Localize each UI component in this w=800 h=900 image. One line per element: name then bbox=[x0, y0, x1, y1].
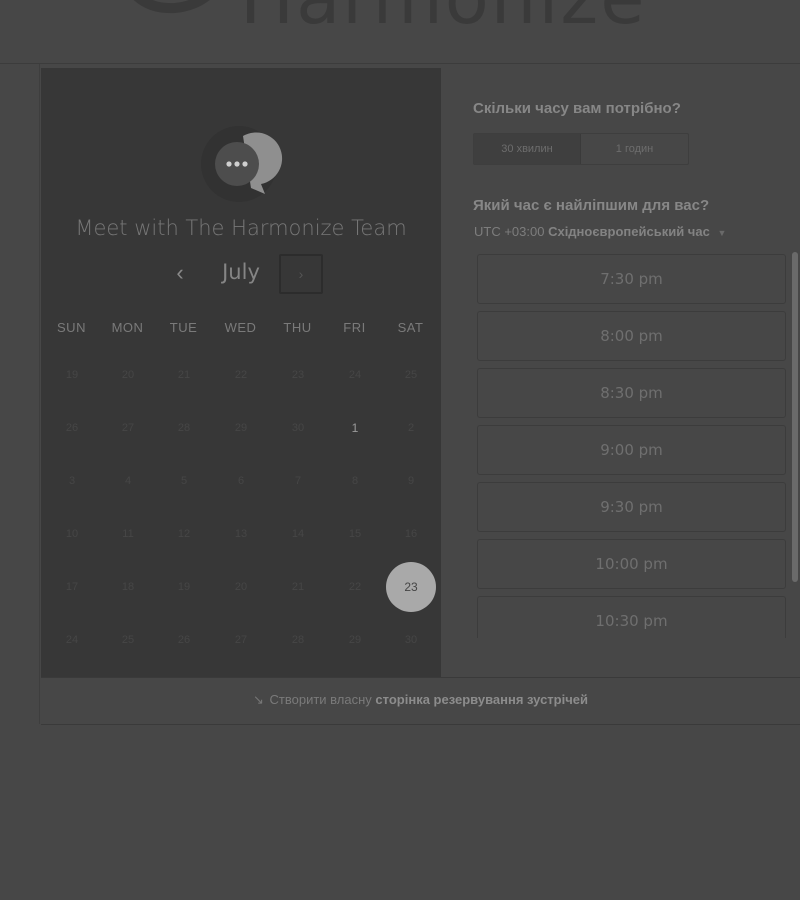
timezone-selector[interactable]: UTC +03:00 Східноєвропейський час ▼ bbox=[474, 224, 726, 239]
footer: ↘ Створити власну сторінка резервування … bbox=[41, 677, 800, 725]
calendar-day: 8 bbox=[351, 475, 359, 487]
time-slot[interactable]: 8:00 pm bbox=[477, 311, 786, 361]
calendar-day: 18 bbox=[121, 581, 135, 593]
footer-text: ↘ Створити власну сторінка резервування … bbox=[41, 692, 800, 708]
caret-down-icon: ▼ bbox=[717, 228, 727, 238]
calendar-day: 22 bbox=[348, 581, 362, 593]
weekday-tue: TUE bbox=[169, 320, 198, 335]
time-slot[interactable]: 8:30 pm bbox=[477, 368, 786, 418]
time-question: Який час є найліпшим для вас? bbox=[473, 197, 710, 214]
calendar-day: 26 bbox=[177, 634, 191, 646]
time-slot[interactable]: 7:30 pm bbox=[477, 254, 786, 304]
weekday-header: SUN MON TUE WED THU FRI SAT bbox=[41, 320, 441, 340]
calendar-day: 13 bbox=[234, 528, 248, 540]
weekday-fri: FRI bbox=[343, 320, 366, 335]
harmonize-logo-icon bbox=[134, 0, 210, 14]
calendar-day: 30 bbox=[404, 634, 418, 646]
calendar-day: 24 bbox=[65, 634, 79, 646]
calendar-day: 28 bbox=[177, 422, 191, 434]
calendar-day: 25 bbox=[121, 634, 135, 646]
month-navigation: ‹ July › bbox=[41, 254, 441, 296]
calendar-day: 21 bbox=[177, 369, 191, 381]
calendar-day: 29 bbox=[348, 634, 362, 646]
calendar-day: 21 bbox=[291, 581, 305, 593]
calendar-panel: Meet with The Harmonize Team ‹ July › SU… bbox=[41, 68, 441, 677]
calendar-day: 7 bbox=[294, 475, 302, 487]
month-label: July bbox=[222, 260, 260, 284]
calendar-day: 19 bbox=[65, 369, 79, 381]
calendar-day: 20 bbox=[234, 581, 248, 593]
time-slot[interactable]: 10:00 pm bbox=[477, 539, 786, 589]
calendar-day: 22 bbox=[234, 369, 248, 381]
time-slot[interactable]: 10:30 pm bbox=[477, 596, 786, 638]
calendar-day: 15 bbox=[348, 528, 362, 540]
calendar-day: 14 bbox=[291, 528, 305, 540]
weekday-sat: SAT bbox=[397, 320, 424, 335]
duration-option-30min[interactable]: 30 хвилин bbox=[474, 134, 581, 164]
calendar-day: 28 bbox=[291, 634, 305, 646]
calendar-day: 11 bbox=[122, 528, 134, 540]
weekday-thu: THU bbox=[283, 320, 312, 335]
timezone-offset: UTC +03:00 bbox=[474, 224, 545, 239]
time-slot-list: 7:30 pm 8:00 pm 8:30 pm 9:00 pm 9:30 pm … bbox=[477, 254, 786, 638]
calendar-day: 27 bbox=[121, 422, 135, 434]
footer-prefix: Створити власну bbox=[269, 692, 372, 707]
weekday-mon: MON bbox=[111, 320, 144, 335]
calendar-day: 16 bbox=[404, 528, 418, 540]
calendar-day: 26 bbox=[65, 422, 79, 434]
calendar-day-grid: 19 20 21 22 23 24 25 26 27 28 29 30 1 2 3 4 5 6 7 8 9 10 11 12 1… bbox=[41, 350, 441, 670]
header: Harmonize bbox=[0, 0, 800, 64]
weekday-wed: WED bbox=[224, 320, 257, 335]
calendar-day: 3 bbox=[68, 475, 76, 487]
duration-question: Скільки часу вам потрібно? bbox=[473, 100, 681, 117]
left-gutter bbox=[0, 64, 40, 724]
calendar-day: 25 bbox=[404, 369, 418, 381]
calendar-day: 29 bbox=[234, 422, 248, 434]
arrow-icon: ↘ bbox=[253, 692, 264, 707]
previous-month-button[interactable]: ‹ bbox=[167, 258, 193, 288]
calendar-day: 27 bbox=[234, 634, 248, 646]
next-month-button[interactable]: › bbox=[279, 254, 323, 294]
meeting-title: Meet with The Harmonize Team bbox=[75, 216, 407, 240]
calendar-day: 23 bbox=[291, 369, 305, 381]
time-slot[interactable]: 9:00 pm bbox=[477, 425, 786, 475]
calendar-day: 19 bbox=[177, 581, 191, 593]
calendar-day: 20 bbox=[121, 369, 135, 381]
calendar-day: 5 bbox=[180, 475, 188, 487]
calendar-day-available[interactable]: 1 bbox=[330, 403, 380, 453]
calendar-day: 12 bbox=[177, 528, 191, 540]
duration-selector: 30 хвилин 1 годин bbox=[473, 133, 689, 165]
time-slot[interactable]: 9:30 pm bbox=[477, 482, 786, 532]
calendar-day: 6 bbox=[237, 475, 245, 487]
calendar-day-selected[interactable]: 23 bbox=[386, 562, 436, 612]
weekday-sun: SUN bbox=[57, 320, 86, 335]
calendar-day: 2 bbox=[407, 422, 415, 434]
chat-bubble-logo-icon bbox=[201, 126, 283, 202]
calendar-day: 9 bbox=[407, 475, 415, 487]
time-slot-scrollbar[interactable] bbox=[792, 252, 798, 582]
calendar-day: 10 bbox=[65, 528, 79, 540]
duration-option-1h[interactable]: 1 годин bbox=[581, 134, 688, 164]
calendar-day: 4 bbox=[124, 475, 132, 487]
logo-text: Harmonize bbox=[240, 0, 647, 40]
calendar-day: 24 bbox=[348, 369, 362, 381]
calendar-day: 17 bbox=[65, 581, 79, 593]
timezone-name: Східноєвропейський час bbox=[548, 224, 710, 239]
calendar-day: 30 bbox=[291, 422, 305, 434]
create-booking-page-link[interactable]: сторінка резервування зустрічей bbox=[375, 692, 588, 707]
